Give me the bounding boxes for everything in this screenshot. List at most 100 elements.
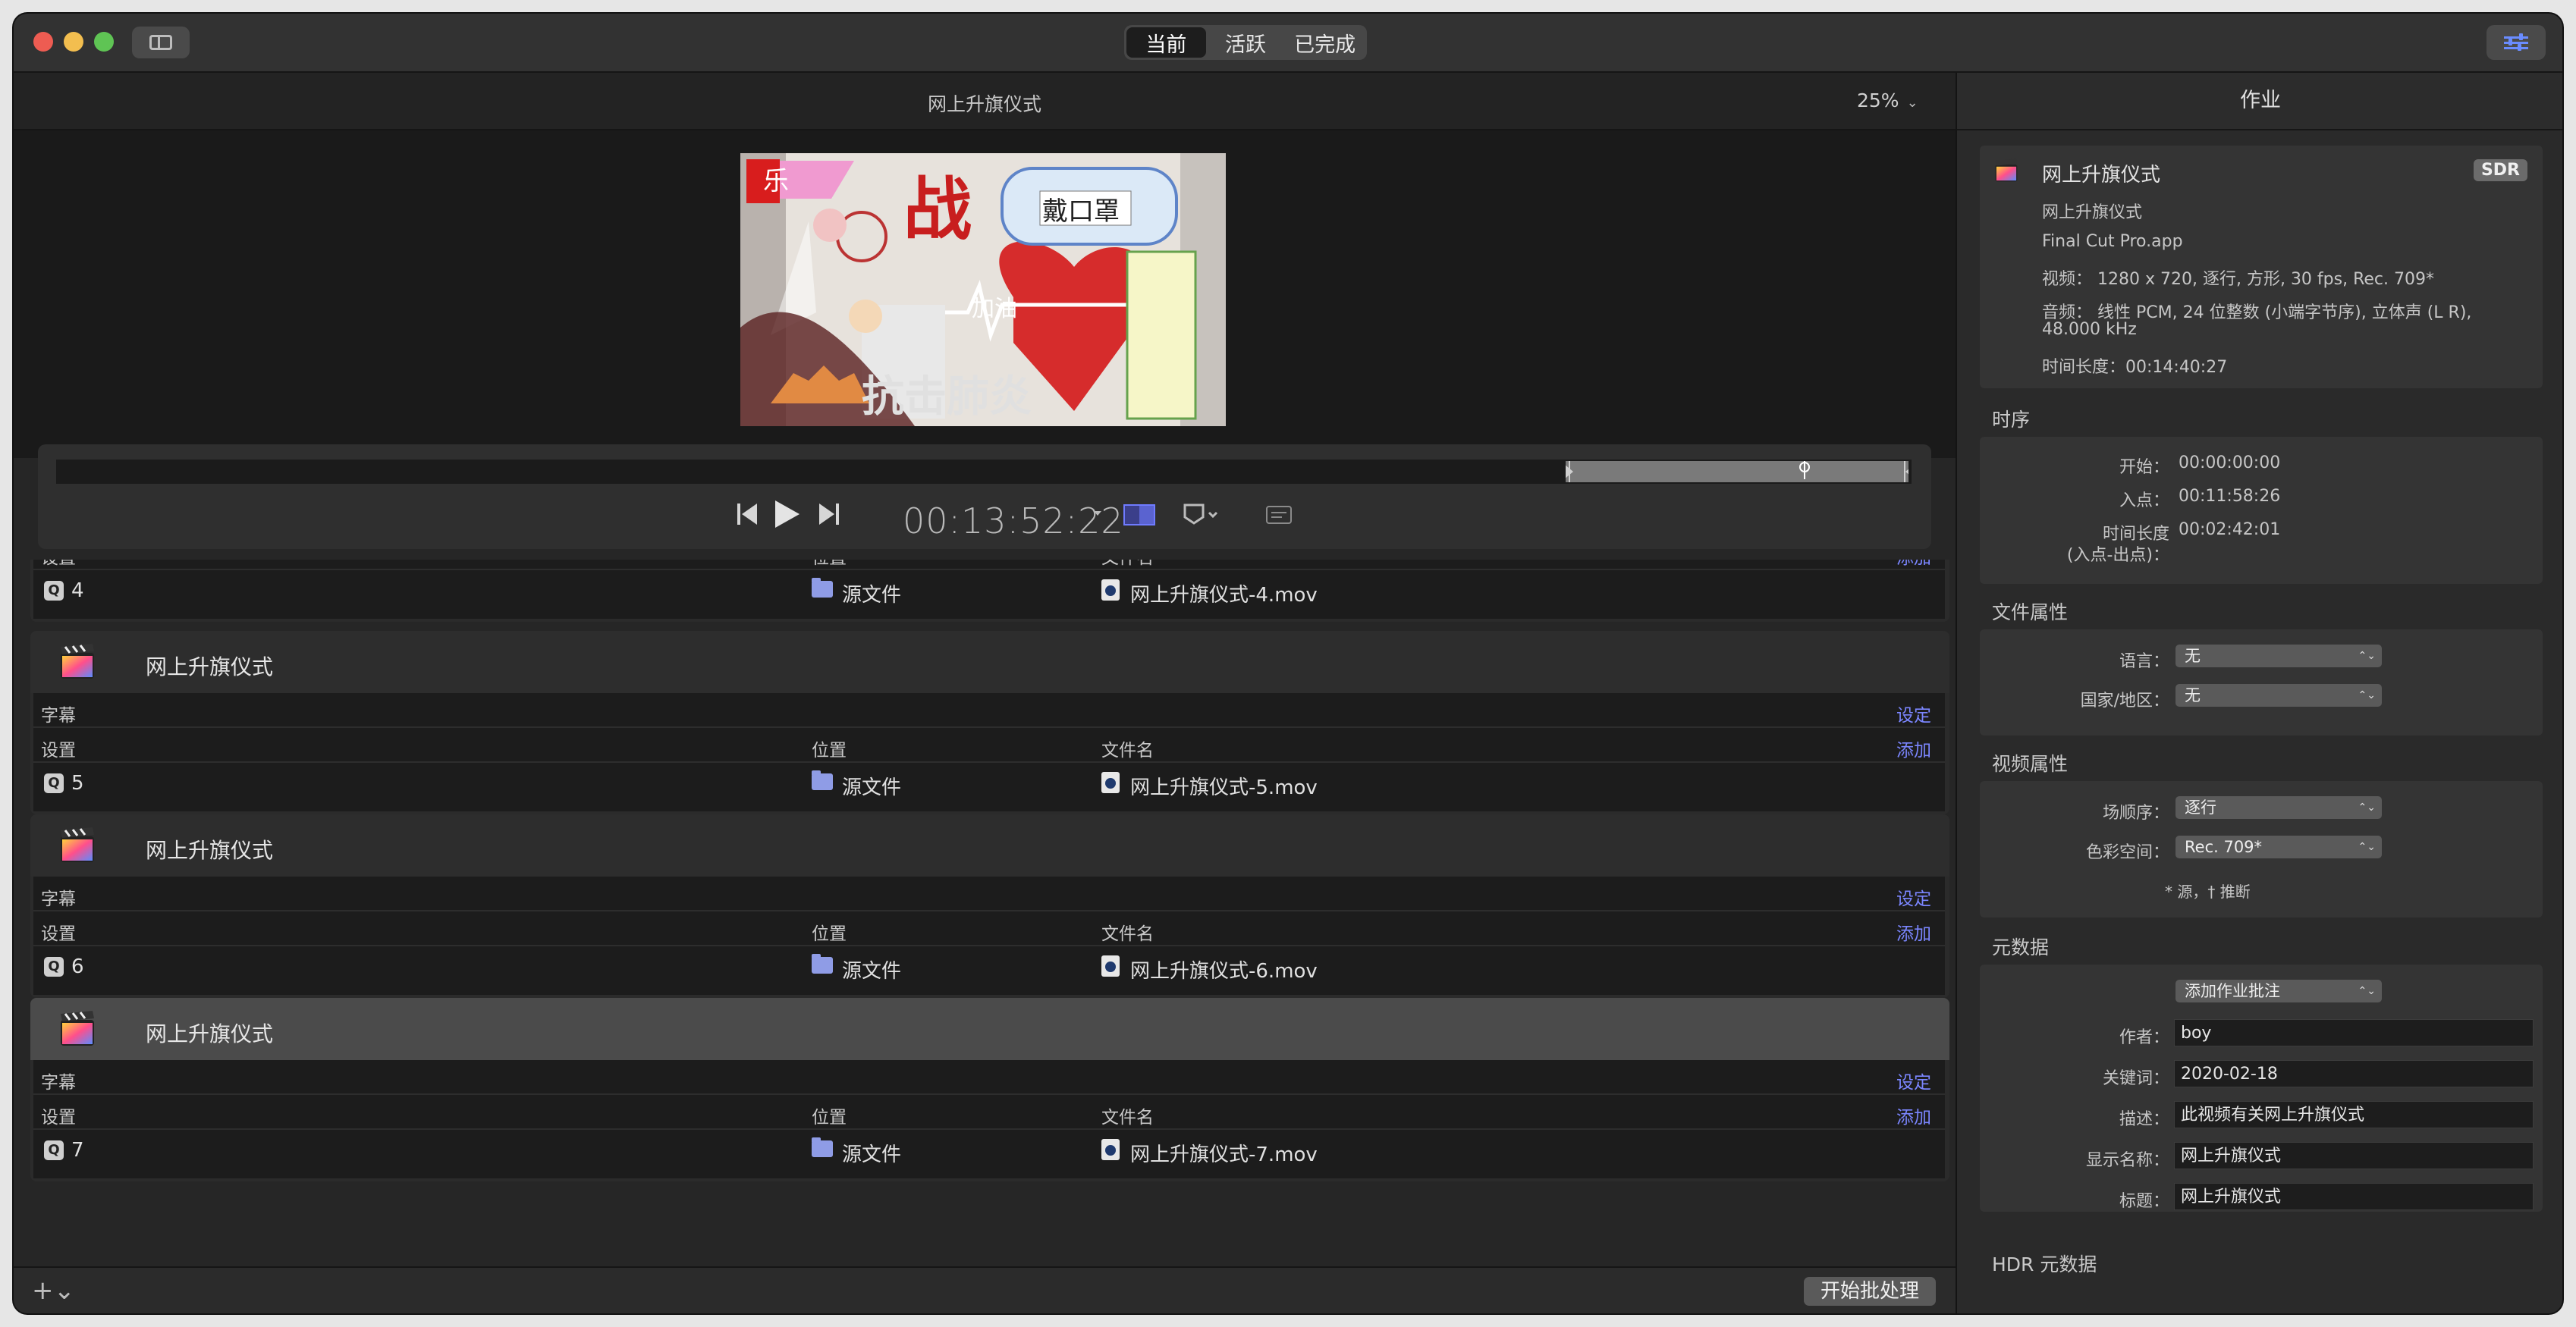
job-outputs: 字幕 设定 设置 位置 文件名 添加 Q 4 源文件 网上升旗仪式-4.mov (33, 560, 1945, 619)
location-value[interactable]: 源文件 (842, 579, 901, 607)
captions-label: 字幕 (41, 1073, 76, 1093)
start-batch-button[interactable]: 开始批处理 (1803, 1277, 1936, 1306)
add-job-button[interactable]: +⌄ (32, 1275, 75, 1306)
location-value[interactable]: 源文件 (842, 772, 901, 800)
filename-value[interactable]: 网上升旗仪式-6.mov (1130, 955, 1318, 983)
zoom-value: 25% (1857, 89, 1899, 111)
filename-value[interactable]: 网上升旗仪式-7.mov (1130, 1139, 1318, 1167)
output-row[interactable]: Q 4 源文件 网上升旗仪式-4.mov (33, 570, 1945, 608)
captions-label: 字幕 (41, 889, 76, 909)
column-filename-header: 文件名 (1101, 741, 1154, 761)
column-settings-header: 设置 (41, 1108, 76, 1128)
captions-set-link[interactable]: 设定 (1896, 701, 1931, 726)
description-field[interactable]: 此视频有关网上升旗仪式 (2174, 1101, 2534, 1128)
location-value[interactable]: 源文件 (842, 1139, 901, 1167)
marker-icon (1183, 504, 1218, 525)
location-value[interactable]: 源文件 (842, 955, 901, 983)
video-properties-heading: 视频属性 (1992, 753, 2069, 775)
in-label: 入点： (2119, 491, 2169, 510)
author-field[interactable]: boy (2174, 1019, 2534, 1046)
minimize-window-button[interactable] (64, 32, 83, 52)
quicktime-file-icon (1101, 772, 1120, 793)
metadata-card: 添加作业批注 作者： boy 关键词： 2020-02-18 描述： 此视频有关… (1980, 965, 2543, 1212)
job-outputs: 字幕 设定 设置 位置 文件名 添加 Q 7 源文件 网上升旗仪式-7.mov (33, 1060, 1945, 1178)
inspector-toggle-button[interactable] (2486, 25, 2546, 60)
viewer-header: 网上升旗仪式 25% ⌄ (14, 73, 1956, 130)
setting-value: 4 (71, 579, 84, 602)
tab-completed[interactable]: 已完成 (1285, 27, 1365, 58)
job-header[interactable]: 网上升旗仪式 (30, 998, 1949, 1060)
chevron-down-icon: ⌄ (1906, 95, 1918, 111)
captions-set-link[interactable]: 设定 (1896, 884, 1931, 910)
output-row[interactable]: Q 5 源文件 网上升旗仪式-5.mov (33, 763, 1945, 801)
tab-current[interactable]: 当前 (1126, 27, 1206, 58)
job-item[interactable]: 网上升旗仪式 字幕 设定 设置 位置 文件名 添加 Q 5 源文件 网上升旗仪式… (30, 631, 1949, 814)
add-output-link[interactable]: 添加 (1896, 560, 1931, 569)
poster-word-1: 战 (903, 170, 972, 249)
metadata-heading: 元数据 (1992, 936, 2050, 958)
keywords-field[interactable]: 2020-02-18 (2174, 1060, 2534, 1087)
add-output-link[interactable]: 添加 (1896, 736, 1931, 761)
job-item[interactable]: 网上升旗仪式 字幕 设定 设置 位置 文件名 添加 Q 6 源文件 网上升旗仪式… (30, 814, 1949, 998)
captions-label: 字幕 (41, 706, 76, 726)
tab-active[interactable]: 活跃 (1206, 27, 1286, 58)
timecode-display[interactable]: 00:13:52:22 (903, 500, 1124, 541)
close-window-button[interactable] (33, 32, 53, 52)
job-header[interactable]: 网上升旗仪式 (30, 814, 1949, 877)
job-outputs: 字幕 设定 设置 位置 文件名 添加 Q 5 源文件 网上升旗仪式-5.mov (33, 693, 1945, 811)
sdr-badge: SDR (2473, 159, 2527, 181)
captions-row: 字幕 设定 (33, 1060, 1945, 1095)
display-name-field[interactable]: 网上升旗仪式 (2174, 1142, 2534, 1169)
color-space-label: 色彩空间： (2085, 843, 2169, 862)
hdr-metadata-heading: HDR 元数据 (1992, 1253, 2097, 1275)
add-output-link[interactable]: 添加 (1896, 919, 1931, 945)
column-settings-header: 设置 (41, 924, 76, 944)
output-header-row: 设置 位置 文件名 添加 (33, 1095, 1945, 1130)
title-field[interactable]: 网上升旗仪式 (2174, 1183, 2534, 1210)
add-annotation-select[interactable]: 添加作业批注 (2175, 980, 2382, 1002)
job-name: 网上升旗仪式 (146, 838, 274, 863)
captions-set-link[interactable]: 设定 (1896, 1068, 1931, 1093)
titlebar: 当前 活跃 已完成 (14, 14, 2562, 73)
sidebar-toggle-button[interactable] (132, 27, 190, 58)
output-header-row: 设置 位置 文件名 添加 (33, 728, 1945, 763)
region-label: 国家/地区： (2080, 692, 2169, 711)
timing-heading: 时序 (1992, 409, 2031, 431)
inspector-title: 作业 (1957, 73, 2562, 130)
color-space-select[interactable]: Rec. 709* (2175, 836, 2382, 858)
poster-word-2: 戴口罩 (1042, 196, 1120, 227)
final-cut-pro-icon (61, 827, 94, 862)
sliders-icon (2504, 33, 2528, 51)
summary-duration: 时间长度：00:14:40:27 (2042, 358, 2228, 377)
region-select[interactable]: 无 (2175, 684, 2382, 707)
output-row[interactable]: Q 6 源文件 网上升旗仪式-6.mov (33, 946, 1945, 984)
zoom-window-button[interactable] (94, 32, 114, 52)
setting-value: 7 (71, 1139, 84, 1162)
job-item[interactable]: 字幕 设定 设置 位置 文件名 添加 Q 4 源文件 网上升旗仪式-4.mov (30, 560, 1949, 622)
compressor-window: 当前 活跃 已完成 网上升旗仪式 25% ⌄ 乐 战 戴口罩 加油 抗击肺炎 0… (14, 14, 2562, 1313)
field-order-select[interactable]: 逐行 (2175, 796, 2382, 819)
column-settings-header: 设置 (41, 560, 76, 569)
skip-back-icon (737, 504, 757, 525)
folder-icon (812, 770, 833, 790)
job-item-selected[interactable]: 网上升旗仪式 字幕 设定 设置 位置 文件名 添加 Q 7 源文件 网上升旗仪式… (30, 998, 1949, 1181)
file-properties-card: 语言： 无 国家/地区： 无 (1980, 629, 2543, 736)
transport-controls: 00:13:52:22 (38, 444, 1931, 549)
language-select[interactable]: 无 (2175, 645, 2382, 667)
output-header-row: 设置 位置 文件名 添加 (33, 911, 1945, 946)
add-output-link[interactable]: 添加 (1896, 1103, 1931, 1128)
job-outputs: 字幕 设定 设置 位置 文件名 添加 Q 6 源文件 网上升旗仪式-6.mov (33, 877, 1945, 995)
summary-subtitle: 网上升旗仪式 (2042, 203, 2143, 222)
output-row[interactable]: Q 7 源文件 网上升旗仪式-7.mov (33, 1130, 1945, 1168)
job-summary-card: 网上升旗仪式 SDR 网上升旗仪式 Final Cut Pro.app 视频： … (1980, 146, 2543, 388)
summary-video: 视频： 1280 x 720, 逐行, 方形, 30 fps, Rec. 709… (2042, 270, 2434, 289)
job-name: 网上升旗仪式 (146, 654, 274, 679)
job-header[interactable]: 网上升旗仪式 (30, 631, 1949, 693)
in-out-range[interactable] (1566, 461, 1908, 482)
scrubber-bar[interactable] (56, 460, 1912, 484)
folder-icon (812, 954, 833, 974)
file-properties-heading: 文件属性 (1992, 601, 2069, 623)
filename-value[interactable]: 网上升旗仪式-4.mov (1130, 579, 1318, 607)
filename-value[interactable]: 网上升旗仪式-5.mov (1130, 772, 1318, 800)
zoom-popup[interactable]: 25% ⌄ (1857, 89, 1918, 111)
